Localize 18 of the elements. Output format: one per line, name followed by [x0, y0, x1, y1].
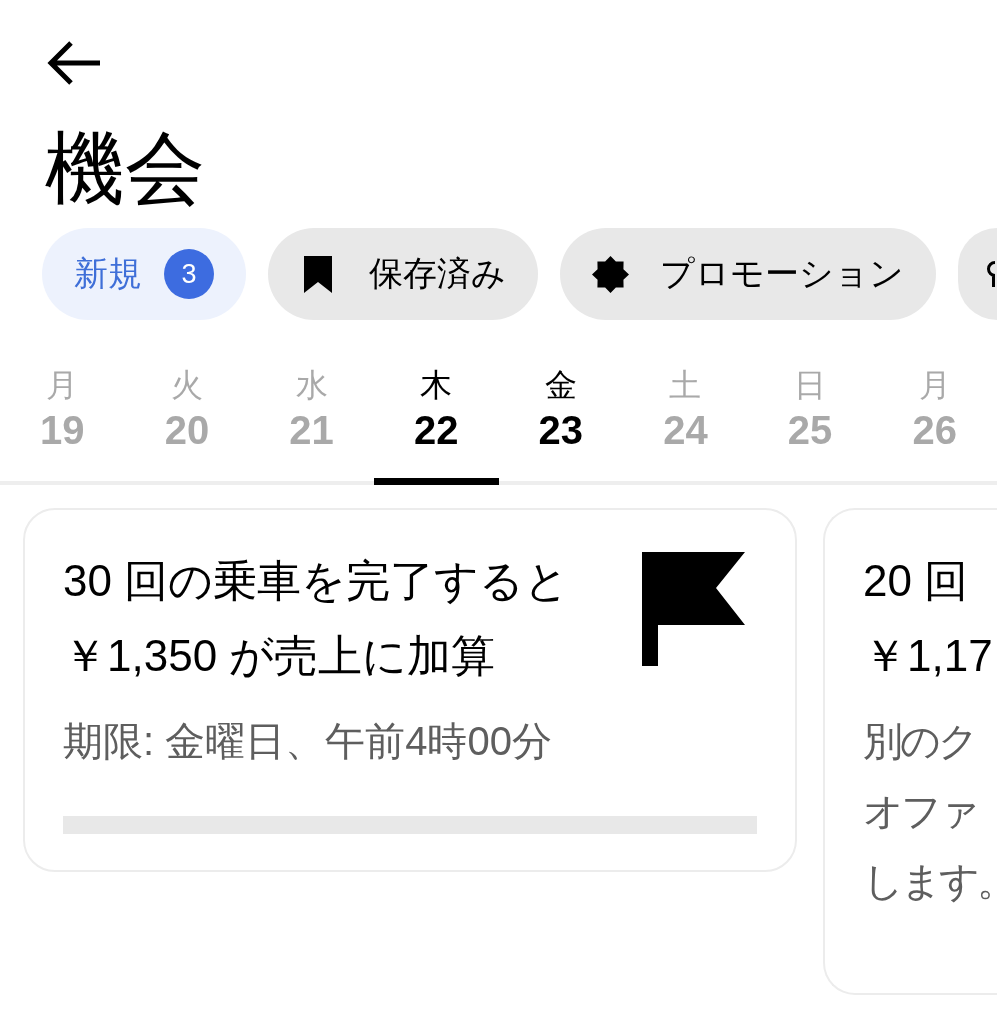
bookmark-icon [304, 255, 332, 293]
day-tab[interactable]: 木 22 [373, 365, 499, 485]
page-title: 機会 [45, 123, 205, 215]
offer-title: 30 回の乗車を完了すると ￥1,350 が売上に加算 [63, 555, 571, 682]
back-icon[interactable] [45, 40, 101, 86]
count-badge: 3 [164, 249, 214, 299]
ring-icon [986, 261, 995, 287]
flag-icon [642, 552, 745, 666]
offer-card[interactable]: 30 回の乗車を完了すると ￥1,350 が売上に加算 期限: 金曜日、午前4時00分 [23, 508, 797, 872]
filter-chip[interactable]: 保存済み [268, 228, 538, 320]
offer-title: 20 回 ￥1,17 [863, 555, 994, 682]
offer-detail: 別のク オファ します。 [863, 718, 997, 905]
filter-chip[interactable]: 新規 3 [42, 228, 246, 320]
starburst-icon [592, 255, 629, 293]
offer-card[interactable]: 20 回 ￥1,17 別のク オファ します。 [823, 508, 997, 995]
offer-detail: 期限: 金曜日、午前4時00分 [63, 718, 553, 765]
filter-chip[interactable]: プロモーション [560, 228, 936, 320]
day-tab[interactable]: 金 23 [498, 365, 624, 485]
